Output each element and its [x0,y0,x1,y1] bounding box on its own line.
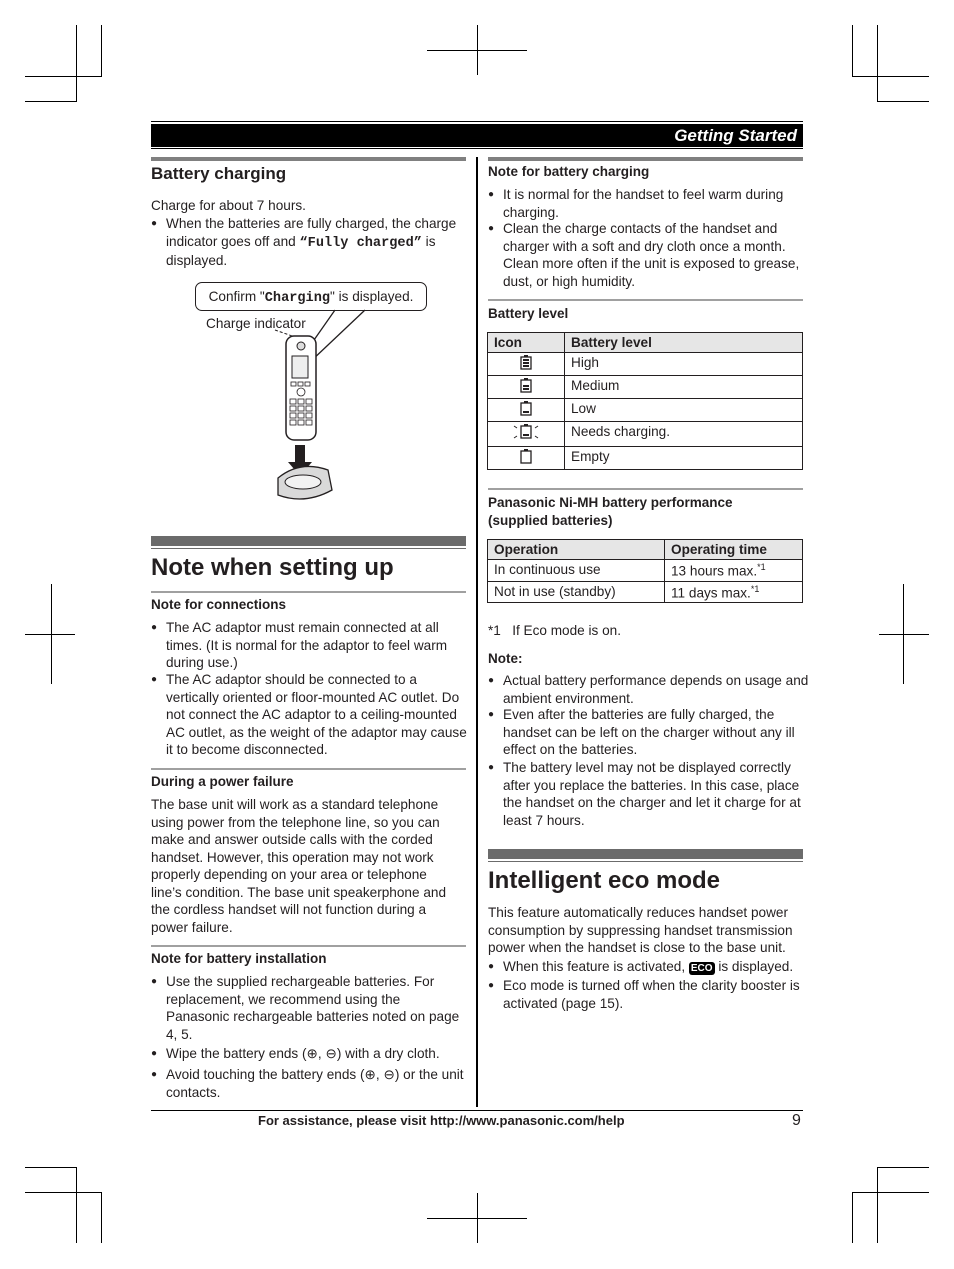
column-divider [476,157,478,1107]
section-rule [488,157,803,161]
power-failure-title: During a power failure [151,774,294,789]
footnote: *1 If Eco mode is on. [488,622,621,640]
charge-bullet: When the batteries are fully charged, th… [151,215,466,270]
battery-installation-title: Note for battery installation [151,951,327,966]
table-row: Medium [487,375,803,399]
eco-icon: ECO [688,962,715,975]
table-row: In continuous use 13 hours max.*1 [487,559,803,582]
note-bullet: Even after the batteries are fully charg… [488,706,813,759]
section-line [488,861,803,862]
assistance-text: For assistance, please visit http://www.… [258,1113,625,1128]
table-row: Low [487,398,803,422]
battery-level-label: Needs charging. [564,421,803,447]
subsection-rule [488,488,803,490]
section-header-bar: Getting Started [151,124,803,147]
battery-level-label: High [564,352,803,376]
table-row: Needs charging. [487,421,803,447]
column-header: Operating time [664,539,803,560]
eco-bullet: Eco mode is turned off when the clarity … [488,977,813,1012]
performance-title: Panasonic Ni-MH battery performance (sup… [488,495,733,528]
time-value: 13 hours max. [671,563,758,579]
handset-charger-illustration [274,309,366,500]
table-row: High [487,352,803,376]
battery-high-icon [520,355,532,370]
battery-level-label: Empty [564,446,803,470]
footnote-text: If Eco mode is on. [512,623,622,638]
table-row: Not in use (standby) 11 days max.*1 [487,580,803,604]
header-rule [151,121,803,122]
installation-bullet: Use the supplied rechargeable batteries.… [151,973,466,1043]
column-header: Battery level [564,332,803,353]
footnote-ref: *1 [750,583,760,594]
text: When this feature is activated, [503,959,689,974]
section-rule [151,157,466,161]
text: is displayed. [714,959,794,974]
connections-bullet: The AC adaptor must remain connected at … [151,619,471,672]
battery-level-title: Battery level [488,306,569,321]
eco-mode-text: This feature automatically reduces hands… [488,905,793,955]
power-failure-text: The base unit will work as a standard te… [151,797,447,935]
charging-note-bullet: Clean the charge contacts of the handset… [488,220,813,290]
installation-bullet: Avoid touching the battery ends (⊕, ⊖) o… [151,1066,476,1101]
footer-rule [151,1110,803,1111]
operation-cell: Not in use (standby) [487,580,665,604]
note-title: Note: [488,651,523,666]
footnote-mark: *1 [488,623,501,638]
battery-charging-title: Battery charging [151,164,287,183]
connections-title: Note for connections [151,597,287,612]
header-rule-bottom [151,148,803,149]
page-number: 9 [792,1112,801,1129]
charging-note-bullet: It is normal for the handset to feel war… [488,186,813,221]
battery-level-label: Low [564,398,803,422]
charge-intro: Charge for about 7 hours. [151,198,306,213]
subsection-rule [151,591,466,593]
table-header-row: Icon Battery level [487,332,803,353]
subsection-rule [151,768,466,770]
column-header: Icon [487,332,565,353]
operation-cell: In continuous use [487,559,665,582]
note-bullet: Actual battery performance depends on us… [488,672,813,707]
connections-bullet: The AC adaptor should be connected to a … [151,671,471,759]
fully-charged-text: “Fully charged” [299,235,422,251]
battery-level-label: Medium [564,375,803,399]
battery-low-icon [520,401,532,416]
eco-mode-title: Intelligent eco mode [488,867,721,894]
installation-bullet: Wipe the battery ends (⊕, ⊖) with a dry … [151,1045,481,1063]
battery-empty-icon [520,449,532,464]
section-bar [488,849,803,859]
battery-level-table: Icon Battery level High Medium Low Needs… [487,332,803,470]
section-bar [151,536,466,546]
section-title: Getting Started [674,126,797,145]
performance-table: Operation Operating time In continuous u… [487,539,803,604]
battery-flashing-icon [513,424,539,439]
time-value: 11 days max. [671,585,751,601]
battery-medium-icon [520,378,532,393]
eco-bullet: When this feature is activated, ECO is d… [488,958,821,976]
subsection-rule [151,945,466,947]
text: Confirm " [208,289,265,304]
note-setting-up-title: Note when setting up [151,554,394,581]
section-line [151,548,466,549]
footnote-ref: *1 [757,562,766,572]
battery-charging-note-title: Note for battery charging [488,164,650,179]
subsection-rule [488,299,803,301]
note-bullet: The battery level may not be displayed c… [488,759,818,829]
table-header-row: Operation Operating time [487,539,803,560]
column-header: Operation [487,539,665,560]
time-cell: 11 days max.*1 [664,580,803,604]
table-row: Empty [487,446,803,470]
time-cell: 13 hours max.*1 [664,559,803,582]
